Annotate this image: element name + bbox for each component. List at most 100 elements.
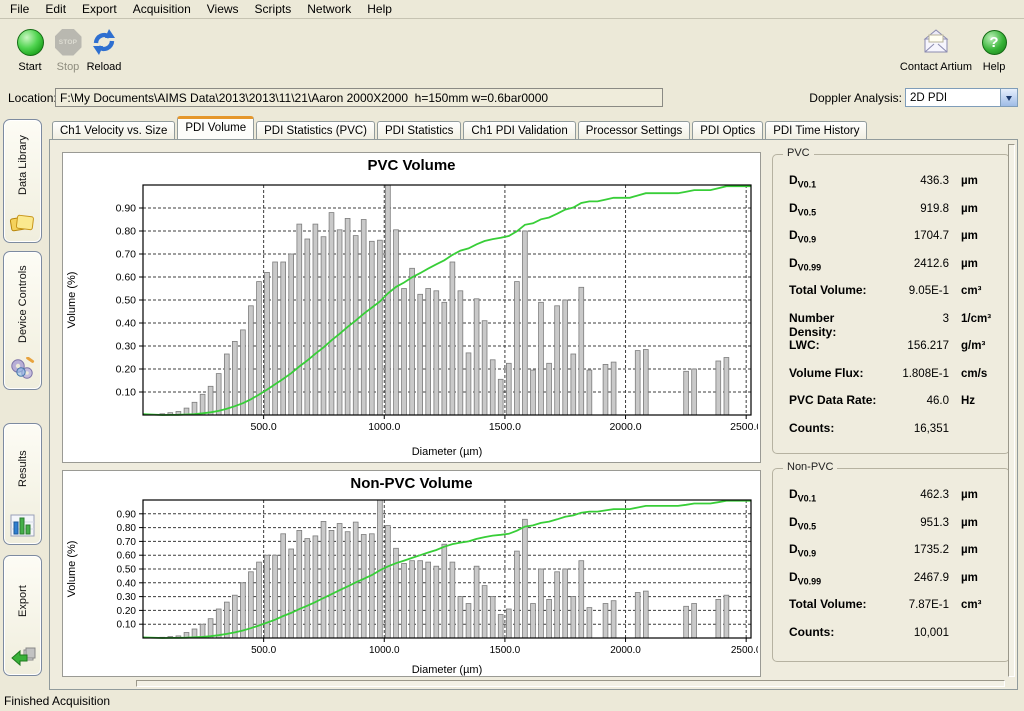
- svg-text:Volume (%): Volume (%): [66, 541, 78, 598]
- location-label: Location:: [8, 91, 57, 105]
- stat-label: Total Volume:: [789, 597, 883, 611]
- tab-ch1-pdi-validation[interactable]: Ch1 PDI Validation: [463, 121, 575, 140]
- stat-row: DV0.5951.3µm: [789, 515, 1001, 543]
- svg-text:500.0: 500.0: [250, 421, 276, 433]
- menu-edit[interactable]: Edit: [37, 0, 74, 19]
- svg-text:2000.0: 2000.0: [609, 421, 641, 433]
- stat-value: 2412.6: [883, 258, 949, 270]
- stat-label: Counts:: [789, 625, 883, 639]
- pvc-stats-panel: PVC DV0.1436.3µmDV0.5919.8µmDV0.91704.7µ…: [772, 154, 1010, 454]
- svg-text:1000.0: 1000.0: [368, 421, 400, 433]
- svg-text:2000.0: 2000.0: [610, 645, 641, 656]
- stat-value: 10,001: [883, 627, 949, 639]
- contact-artium-button[interactable]: Contact Artium: [898, 26, 974, 73]
- sidebar-item-device-controls[interactable]: Device Controls: [3, 251, 42, 390]
- sidebar-item-data-library[interactable]: Data Library: [3, 119, 42, 243]
- location-input[interactable]: [55, 88, 663, 107]
- stat-unit: Hz: [949, 395, 1001, 407]
- stat-unit: cm³: [949, 285, 1001, 297]
- menu-bar: FileEditExportAcquisitionViewsScriptsNet…: [0, 0, 1024, 19]
- stat-label: PVC Data Rate:: [789, 393, 883, 407]
- stat-unit: 1/cm³: [949, 313, 1001, 325]
- stat-row: DV0.91735.2µm: [789, 542, 1001, 570]
- menu-views[interactable]: Views: [199, 0, 247, 19]
- stat-unit: µm: [949, 258, 1001, 270]
- folders-icon: [9, 211, 36, 235]
- chevron-down-icon: [1006, 96, 1012, 104]
- stat-row: Volume Flux:1.808E-1cm/s: [789, 366, 1001, 394]
- svg-text:0.90: 0.90: [116, 203, 137, 215]
- non-pvc-stats-title: Non-PVC: [783, 461, 837, 473]
- vertical-scrollbar[interactable]: [1008, 144, 1015, 677]
- toolbar: Start STOP Stop Reload: [0, 20, 1024, 83]
- pvc-chart-title: PVC Volume: [63, 153, 760, 177]
- doppler-analysis-value: 2D PDI: [906, 92, 1000, 104]
- stat-value: 7.87E-1: [883, 599, 949, 611]
- stat-row: DV0.5919.8µm: [789, 201, 1001, 229]
- tab-processor-settings[interactable]: Processor Settings: [578, 121, 691, 140]
- reload-icon: [89, 28, 119, 56]
- horizontal-scrollbar[interactable]: [136, 680, 1005, 687]
- svg-text:1000.0: 1000.0: [369, 645, 400, 656]
- svg-text:500.0: 500.0: [251, 645, 276, 656]
- stat-label: Volume Flux:: [789, 366, 883, 380]
- menu-scripts[interactable]: Scripts: [247, 0, 300, 19]
- reload-button[interactable]: Reload: [76, 26, 132, 73]
- menu-export[interactable]: Export: [74, 0, 125, 19]
- svg-text:2500.0: 2500.0: [730, 421, 758, 433]
- svg-text:0.40: 0.40: [116, 318, 137, 330]
- stat-unit: cm/s: [949, 368, 1001, 380]
- stat-unit: µm: [949, 544, 1001, 556]
- svg-text:Volume (%): Volume (%): [66, 272, 78, 329]
- svg-text:0.30: 0.30: [117, 592, 137, 603]
- svg-text:0.70: 0.70: [116, 249, 137, 261]
- stat-value: 156.217: [883, 340, 949, 352]
- stat-row: DV0.91704.7µm: [789, 228, 1001, 256]
- stat-unit: cm³: [949, 599, 1001, 611]
- stat-row: DV0.992412.6µm: [789, 256, 1001, 284]
- svg-text:0.60: 0.60: [117, 551, 137, 562]
- sidebar-item-export[interactable]: Export: [3, 555, 42, 676]
- svg-text:0.50: 0.50: [116, 295, 137, 307]
- stat-unit: µm: [949, 175, 1001, 187]
- menu-acquisition[interactable]: Acquisition: [125, 0, 199, 19]
- dropdown-button[interactable]: [1000, 89, 1017, 106]
- stat-row: PVC Data Rate:46.0Hz: [789, 393, 1001, 421]
- menu-network[interactable]: Network: [299, 0, 359, 19]
- tab-pdi-volume[interactable]: PDI Volume: [177, 116, 254, 139]
- stat-value: 9.05E-1: [883, 285, 949, 297]
- svg-text:0.80: 0.80: [116, 226, 137, 238]
- svg-text:2500.0: 2500.0: [731, 645, 758, 656]
- stat-value: 436.3: [883, 175, 949, 187]
- svg-text:0.80: 0.80: [117, 523, 137, 534]
- svg-text:0.50: 0.50: [117, 565, 137, 576]
- tab-pdi-statistics-pvc-[interactable]: PDI Statistics (PVC): [256, 121, 375, 140]
- doppler-analysis-select[interactable]: 2D PDI: [905, 88, 1018, 107]
- stat-row: DV0.1436.3µm: [789, 173, 1001, 201]
- stat-row: LWC:156.217g/m³: [789, 338, 1001, 366]
- svg-text:0.40: 0.40: [117, 578, 137, 589]
- stat-value: 951.3: [883, 517, 949, 529]
- help-button[interactable]: ? Help: [972, 26, 1016, 73]
- tab-pdi-optics[interactable]: PDI Optics: [692, 121, 763, 140]
- stat-row: Total Volume:7.87E-1cm³: [789, 597, 1001, 625]
- svg-text:Diameter (µm): Diameter (µm): [412, 446, 483, 458]
- stat-label: DV0.5: [789, 201, 883, 217]
- envelope-icon: [920, 29, 952, 55]
- menu-file[interactable]: File: [2, 0, 37, 19]
- sidebar: Data Library Device Controls Results Export: [3, 119, 44, 684]
- stat-row: Counts:10,001: [789, 625, 1001, 653]
- stat-value: 2467.9: [883, 572, 949, 584]
- menu-help[interactable]: Help: [359, 0, 400, 19]
- stat-row: Number Density:31/cm³: [789, 311, 1001, 339]
- sidebar-item-results[interactable]: Results: [3, 423, 42, 545]
- status-text: Finished Acquisition: [4, 694, 110, 708]
- svg-text:0.30: 0.30: [116, 341, 137, 353]
- svg-text:Diameter (µm): Diameter (µm): [412, 664, 483, 676]
- tab-ch1-velocity-vs-size[interactable]: Ch1 Velocity vs. Size: [52, 121, 175, 140]
- application-window: { "window": { "status": "Finished Acquis…: [0, 0, 1024, 711]
- stat-row: Total Volume:9.05E-1cm³: [789, 283, 1001, 311]
- sidebar-item-label: Data Library: [17, 120, 29, 211]
- tab-pdi-time-history[interactable]: PDI Time History: [765, 121, 867, 140]
- tab-pdi-statistics[interactable]: PDI Statistics: [377, 121, 461, 140]
